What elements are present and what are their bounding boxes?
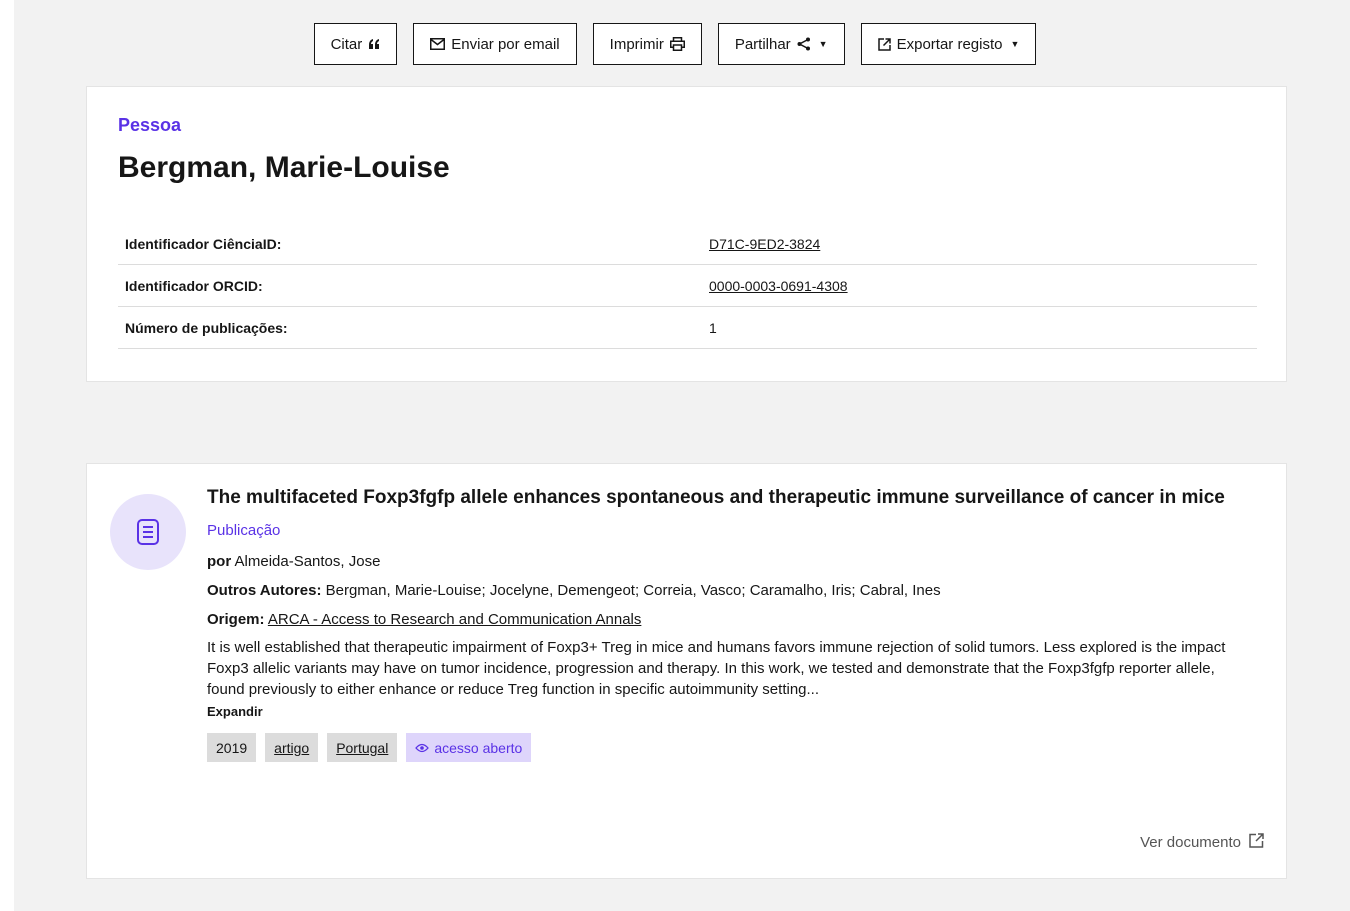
author-name: Almeida-Santos, Jose — [234, 553, 381, 570]
other-authors: Bergman, Marie-Louise; Jocelyne, Demenge… — [325, 582, 941, 599]
cite-button[interactable]: Citar — [313, 23, 398, 65]
author-line: por Almeida-Santos, Jose — [207, 553, 1237, 570]
cite-label: Citar — [330, 35, 363, 53]
by-label: por — [207, 553, 232, 570]
year-tag: 2019 — [207, 733, 257, 762]
field-value: 0000-0003-0691-4308 — [702, 264, 1257, 307]
field-label: Número de publicações: — [118, 306, 702, 349]
print-label: Imprimir — [609, 35, 664, 53]
publication-abstract: It is well established that therapeutic … — [207, 639, 1226, 698]
export-button[interactable]: Exportar registo ▼ — [860, 23, 1037, 65]
open-access-tag: acesso aberto — [406, 733, 532, 762]
external-link-icon — [1249, 833, 1264, 852]
field-value: D71C-9ED2-3824 — [702, 223, 1257, 265]
publication-title[interactable]: The multifaceted Foxp3fgfp allele enhanc… — [207, 486, 1237, 510]
chevron-down-icon: ▼ — [1010, 39, 1020, 49]
table-row: Identificador ORCID: 0000-0003-0691-4308 — [118, 264, 1257, 307]
cienciaid-link[interactable]: D71C-9ED2-3824 — [709, 236, 820, 252]
other-authors-label: Outros Autores: — [207, 582, 322, 599]
document-icon — [110, 494, 186, 570]
export-label: Exportar registo — [896, 35, 1003, 53]
field-label: Identificador CiênciaID: — [118, 223, 702, 265]
field-label: Identificador ORCID: — [118, 264, 702, 307]
envelope-icon — [430, 38, 446, 50]
table-row: Identificador CiênciaID: D71C-9ED2-3824 — [118, 223, 1257, 265]
publication-card: The multifaceted Foxp3fgfp allele enhanc… — [86, 463, 1287, 879]
publication-type: Publicação — [207, 522, 281, 539]
expand-button[interactable]: Expandir — [207, 704, 1237, 719]
chevron-down-icon: ▼ — [818, 39, 828, 49]
origin-label: Origem: — [207, 611, 265, 628]
share-button[interactable]: Partilhar ▼ — [717, 23, 845, 65]
share-icon — [797, 37, 811, 51]
other-authors-line: Outros Autores: Bergman, Marie-Louise; J… — [207, 582, 1237, 599]
publication-count: 1 — [702, 306, 1257, 349]
tag-list: 2019 artigo Portugal acesso aberto — [207, 733, 1237, 762]
printer-icon — [669, 37, 685, 51]
orcid-link[interactable]: 0000-0003-0691-4308 — [709, 278, 848, 294]
open-access-label: acesso aberto — [434, 739, 523, 756]
person-info-table: Identificador CiênciaID: D71C-9ED2-3824 … — [118, 223, 1257, 349]
share-label: Partilhar — [734, 35, 791, 53]
country-tag[interactable]: Portugal — [327, 733, 398, 762]
email-button[interactable]: Enviar por email — [413, 23, 577, 65]
quote-icon — [368, 39, 380, 49]
print-button[interactable]: Imprimir — [592, 23, 702, 65]
entity-type-label: Pessoa — [118, 115, 182, 135]
email-label: Enviar por email — [451, 35, 560, 53]
table-row: Número de publicações: 1 — [118, 306, 1257, 349]
person-name: Bergman, Marie-Louise — [118, 151, 450, 184]
eye-icon — [415, 740, 430, 756]
person-card: Pessoa Bergman, Marie-Louise Identificad… — [86, 86, 1287, 382]
origin-line: Origem: ARCA - Access to Research and Co… — [207, 611, 1237, 628]
record-toolbar: Citar Enviar por email Imprimir Partilha… — [0, 23, 1350, 65]
view-document-link[interactable]: Ver documento — [1140, 833, 1264, 852]
publication-body: The multifaceted Foxp3fgfp allele enhanc… — [207, 486, 1237, 762]
origin-link[interactable]: ARCA - Access to Research and Communicat… — [268, 611, 642, 628]
view-document-label: Ver documento — [1140, 834, 1241, 851]
type-tag[interactable]: artigo — [265, 733, 319, 762]
external-link-icon — [877, 37, 891, 51]
